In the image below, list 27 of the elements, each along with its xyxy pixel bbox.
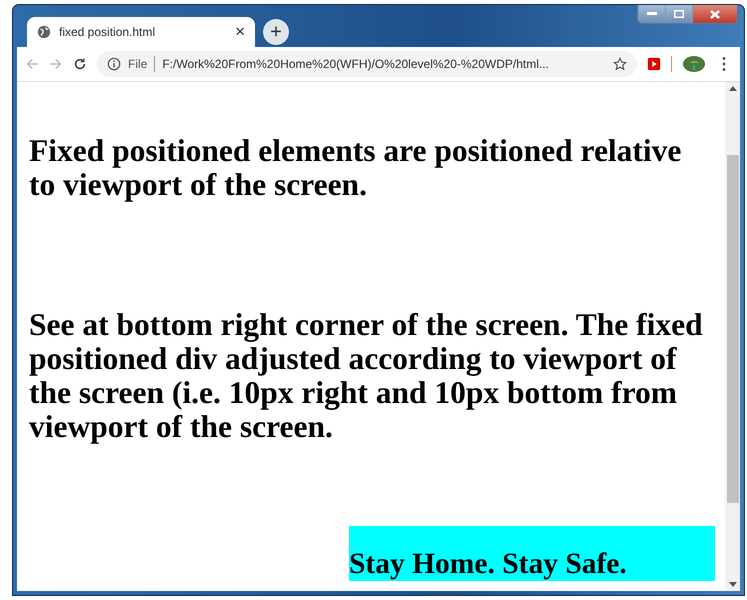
maximize-button[interactable] — [665, 5, 692, 23]
scrollbar[interactable] — [725, 82, 740, 591]
scroll-down-icon[interactable] — [728, 582, 736, 587]
menu-icon[interactable]: ⋮ — [716, 54, 732, 74]
info-icon — [107, 57, 121, 71]
fixed-banner: Stay Home. Stay Safe. — [349, 526, 715, 581]
tab-title: fixed position.html — [59, 25, 156, 39]
extension-icon[interactable] — [682, 55, 706, 73]
maximize-icon — [674, 10, 684, 18]
paragraph: Fixed positioned elements are positioned relative to viewport of the screen. — [29, 134, 682, 202]
paragraph: See at bottom right corner of the screen. The fixed positioned div adjusted according to viewport of the screen (i.e. 10px right and 10px bottom from viewport of the screen. — [29, 308, 704, 444]
close-tab-button[interactable]: × — [235, 22, 245, 42]
new-tab-button[interactable]: + — [263, 19, 289, 45]
browser-tab[interactable]: fixed position.html × — [27, 17, 255, 47]
address-bar[interactable]: File F:/Work%20From%20Home%20(WFH)/O%20level%20-%20WDP/html... — [97, 51, 637, 77]
scroll-up-icon[interactable] — [728, 86, 736, 91]
minimize-icon — [647, 12, 657, 16]
scrollbar-thumb[interactable] — [726, 155, 738, 503]
reload-icon[interactable] — [73, 57, 87, 71]
minimize-button[interactable] — [638, 5, 665, 23]
play-icon[interactable] — [647, 57, 661, 71]
scheme-label: File — [128, 57, 148, 71]
url-text: F:/Work%20From%20Home%20(WFH)/O%20level%20-%20WDP/html... — [162, 57, 550, 71]
close-icon — [710, 10, 720, 18]
globe-icon — [37, 25, 51, 39]
star-icon[interactable] — [613, 57, 627, 71]
close-button[interactable] — [692, 5, 737, 23]
